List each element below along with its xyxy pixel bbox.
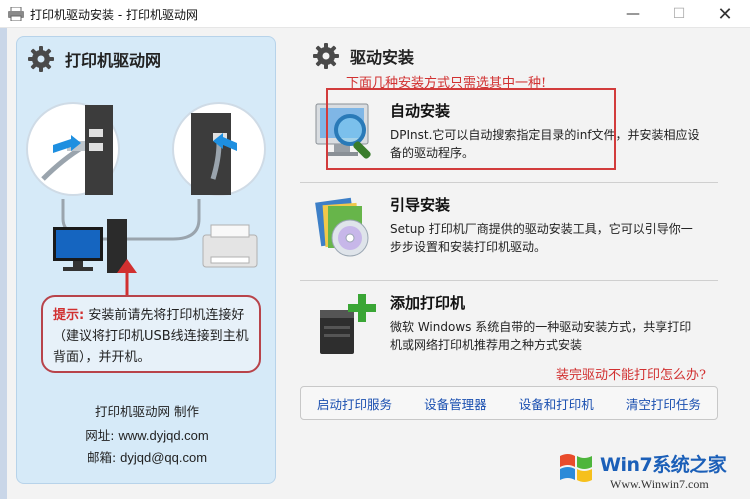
- watermark-brand: Win7系统之家: [600, 454, 727, 476]
- window-title: 打印机驱动安装 - 打印机驱动网: [30, 8, 198, 22]
- driver-install-header: 驱动安装: [312, 42, 414, 70]
- gear-icon: [28, 46, 54, 72]
- clear-print-jobs-link[interactable]: 清空打印任务: [626, 394, 701, 413]
- info-panel-title: 打印机驱动网: [65, 51, 162, 70]
- email-label: 邮箱:: [86, 450, 117, 465]
- devices-and-printers-link[interactable]: 设备和打印机: [519, 394, 594, 413]
- close-button[interactable]: ✕: [702, 0, 748, 28]
- close-icon: ✕: [717, 3, 733, 25]
- cannot-print-help-link[interactable]: 装完驱动不能打印怎么办?: [556, 364, 706, 383]
- website-value: www.dyjqd.com: [118, 428, 209, 443]
- setup-cd-icon: [315, 197, 369, 257]
- info-panel: 打印机驱动网 提示: 安装前请先将打印机连接好（建议将打印机USB线连接到主机背…: [16, 36, 276, 484]
- tip-label: 提示:: [53, 308, 85, 323]
- title-bar: 打印机驱动安装 - 打印机驱动网 — ☐ ✕: [0, 0, 750, 28]
- background-window-edge: [0, 28, 7, 499]
- gear-icon: [313, 43, 339, 69]
- add-printer-title: 添加打印机: [390, 294, 466, 312]
- guided-install-description: Setup 打印机厂商提供的驱动安装工具，它可以引导你一步步设置和安装打印机驱动…: [390, 222, 693, 254]
- start-print-service-link[interactable]: 启动打印服务: [317, 394, 392, 413]
- auto-install-highlight-box: [326, 88, 616, 170]
- maximize-icon: ☐: [672, 6, 686, 22]
- credit-line: 打印机驱动网 制作: [95, 404, 199, 419]
- option-divider: [300, 182, 718, 183]
- website-label: 网址:: [85, 428, 115, 443]
- guided-install-option[interactable]: 引导安装 Setup 打印机厂商提供的驱动安装工具，它可以引导你一步步设置和安装…: [312, 194, 718, 268]
- minimize-icon: —: [626, 6, 640, 22]
- email-line: 邮箱: dyjqd@qq.com: [17, 447, 277, 466]
- site-watermark: Win7系统之家 Www.Winwin7.com: [556, 444, 750, 499]
- watermark-url: Www.Winwin7.com: [610, 477, 709, 491]
- add-printer-description: 微软 Windows 系统自带的一种驱动安装方式，共享打印机或网络打印机推荐用之…: [390, 320, 692, 352]
- driver-install-title: 驱动安装: [350, 48, 415, 67]
- tip-box: 提示: 安装前请先将打印机连接好（建议将打印机USB线连接到主机背面），并开机。: [41, 295, 261, 373]
- add-printer-option[interactable]: 添加打印机 微软 Windows 系统自带的一种驱动安装方式，共享打印机或网络打…: [312, 292, 718, 362]
- printer-connection-illustration: [26, 102, 266, 273]
- quick-links-bar: 启动打印服务 设备管理器 设备和打印机 清空打印任务: [300, 386, 718, 420]
- printer-app-icon: [8, 7, 24, 21]
- email-value: dyjqd@qq.com: [120, 450, 208, 465]
- option-divider: [300, 280, 718, 281]
- minimize-button[interactable]: —: [610, 0, 656, 28]
- maximize-button[interactable]: ☐: [656, 0, 702, 28]
- website-line: 网址: www.dyjqd.com: [17, 425, 277, 444]
- windows-logo-icon: [560, 454, 592, 482]
- guided-install-title: 引导安装: [390, 196, 451, 214]
- add-printer-icon: [320, 294, 376, 354]
- info-panel-header: 打印机驱动网: [27, 45, 161, 73]
- device-manager-link[interactable]: 设备管理器: [424, 394, 487, 413]
